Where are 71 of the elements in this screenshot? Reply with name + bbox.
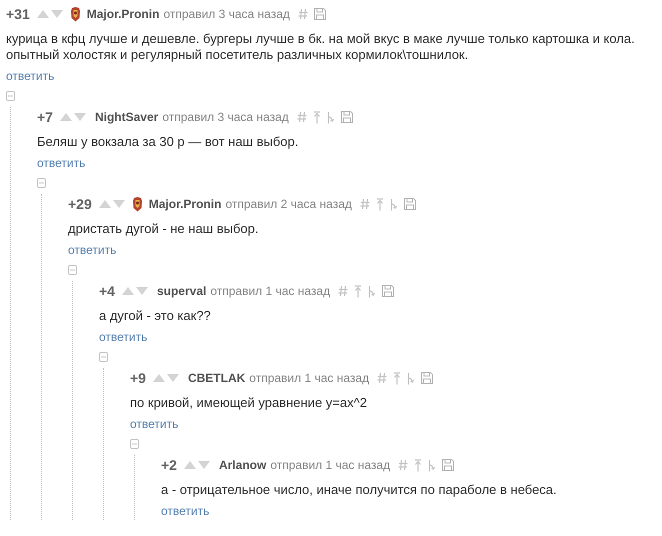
hash-icon[interactable] [298,8,308,20]
downvote-icon[interactable] [112,199,126,209]
collapse-icon[interactable] [99,352,108,362]
comment-text: дристать дугой - не наш выбор. [68,221,260,237]
comment-time: отправил 2 часа назад [225,197,352,211]
author-link[interactable]: superval [156,284,206,298]
branch-arrow-icon[interactable] [368,284,376,298]
hash-icon[interactable] [398,459,408,471]
rating: +2 [161,457,177,473]
comment-time: отправил 1 час назад [210,284,330,298]
reply-link[interactable]: ответить [130,416,178,432]
upvote-icon[interactable] [36,9,50,19]
author-link[interactable]: CBETLAK [188,371,246,385]
arrow-up-icon[interactable] [414,458,422,472]
collapse-icon[interactable] [37,178,46,188]
comment-text: а - отрицательное число, иначе получится по параболе в небеса. [161,482,558,498]
upvote-icon[interactable] [120,286,135,296]
upvote-icon[interactable] [98,199,112,209]
save-icon[interactable] [314,8,326,20]
comment-text: курица в кфц лучше и дешевле. бургеры лучше в бк. на мой вкус в маке лучше только картошка и кола. опытный холостяк и регулярный посетитель различных кормилок\тошнилок. [6,31,636,63]
branch-arrow-icon[interactable] [390,198,398,210]
hash-icon[interactable] [377,372,388,384]
arrow-up-icon[interactable] [312,110,321,124]
collapse-icon[interactable] [6,91,15,101]
avatar-icon [70,6,81,22]
hash-icon[interactable] [338,285,348,297]
author-link[interactable]: Major.Pronin [86,7,160,21]
rating: +4 [99,283,115,299]
rating: +9 [130,370,146,386]
rating: +29 [68,196,92,212]
downvote-icon[interactable] [134,286,149,296]
author-link[interactable]: NightSaver [94,110,158,124]
comment-time: отправил 3 часа назад [163,7,290,21]
arrow-up-icon[interactable] [393,372,402,384]
author-link[interactable]: Major.Pronin [148,197,222,211]
comment-time: отправил 1 час назад [270,458,390,472]
reply-link[interactable]: ответить [6,68,54,84]
reply-link[interactable]: ответить [37,155,86,171]
rating: +7 [37,109,53,125]
comment-time: отправил 3 часа назад [162,110,289,124]
arrow-up-icon[interactable] [354,284,362,298]
downvote-icon[interactable] [166,373,180,383]
downvote-icon[interactable] [196,460,211,470]
reply-link[interactable]: ответить [68,242,116,258]
save-icon[interactable] [340,111,353,123]
hash-icon[interactable] [360,198,370,210]
reply-link[interactable]: ответить [99,329,148,345]
author-link[interactable]: Arlanow [218,458,266,472]
avatar-icon [132,196,143,212]
save-icon[interactable] [404,198,416,210]
upvote-icon[interactable] [58,112,73,122]
save-icon[interactable] [442,459,454,471]
hash-icon[interactable] [296,111,307,123]
upvote-icon[interactable] [152,373,166,383]
downvote-icon[interactable] [50,9,64,19]
comment-time: отправил 1 час назад [249,371,370,385]
branch-arrow-icon[interactable] [407,372,416,384]
downvote-icon[interactable] [72,112,87,122]
collapse-icon[interactable] [68,265,77,275]
branch-arrow-icon[interactable] [326,110,335,124]
arrow-up-icon[interactable] [376,198,384,210]
comment-text: Беляш у вокзала за 30 р — вот наш выбор. [37,134,300,150]
reply-link[interactable]: ответить [161,503,210,519]
save-icon[interactable] [382,285,394,297]
branch-arrow-icon[interactable] [428,458,436,472]
save-icon[interactable] [421,372,434,384]
comment-text: по кривой, имеющей уравнение y=ax^2 [130,395,368,411]
upvote-icon[interactable] [182,460,197,470]
comment-text: а дугой - это как?? [99,308,212,324]
collapse-icon[interactable] [130,439,139,449]
rating: +31 [6,6,30,22]
